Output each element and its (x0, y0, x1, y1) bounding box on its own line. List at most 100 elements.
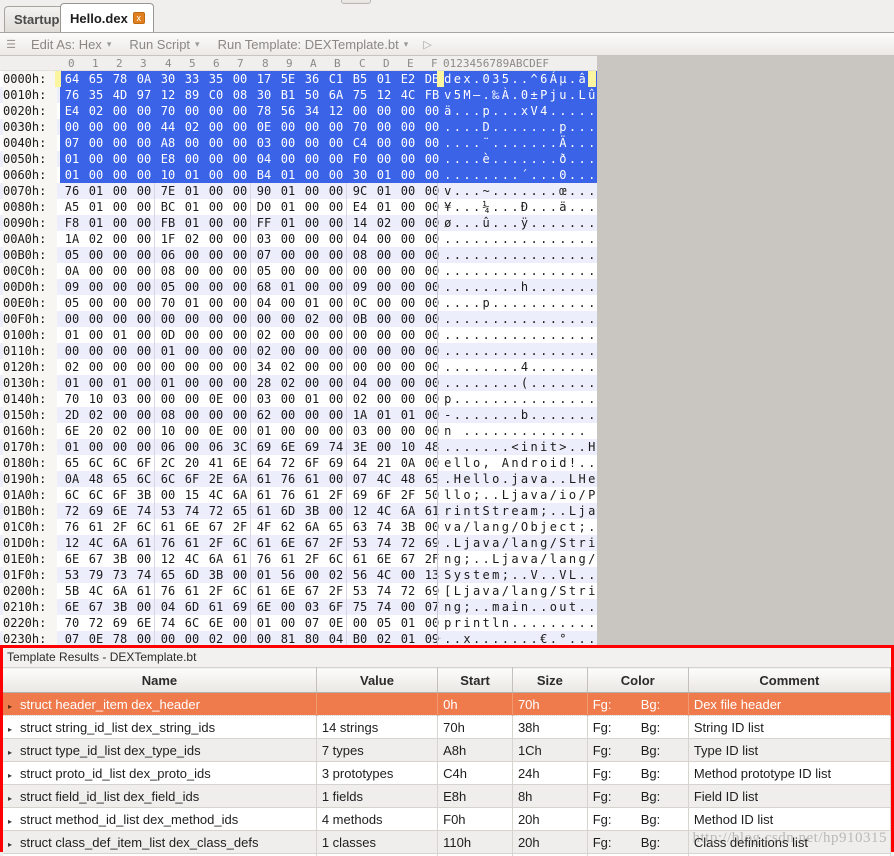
ascii-char[interactable]: i (453, 503, 463, 519)
hex-byte[interactable]: 6C (180, 615, 204, 631)
hex-byte[interactable]: 00 (228, 167, 252, 183)
ascii-char[interactable]: œ (558, 183, 568, 199)
hex-byte[interactable]: 00 (324, 327, 348, 343)
ascii-char[interactable]: . (568, 375, 578, 391)
hex-byte[interactable]: 6A (108, 583, 132, 599)
ascii-char[interactable]: . (520, 183, 530, 199)
ascii-char[interactable]: . (529, 311, 539, 327)
hex-byte[interactable]: 00 (132, 599, 156, 615)
ascii-char[interactable]: a (520, 487, 530, 503)
hex-byte[interactable]: 00 (420, 407, 444, 423)
hex-byte-group[interactable]: 00 00 00 00 01 00 00 00 02 00 00 00 00 00 00 00 (60, 343, 444, 359)
hex-byte[interactable]: 00 (84, 295, 108, 311)
hex-byte[interactable]: 6C (324, 551, 348, 567)
ascii-char[interactable]: j (501, 551, 511, 567)
ascii-char[interactable]: . (529, 631, 539, 645)
ascii-char[interactable]: v (520, 551, 530, 567)
ascii-char[interactable]: . (549, 391, 559, 407)
ascii-char[interactable]: ! (568, 455, 578, 471)
hex-byte[interactable]: 04 (156, 599, 180, 615)
ascii-char[interactable]: . (549, 135, 559, 151)
ascii-char[interactable]: . (568, 199, 578, 215)
hex-byte[interactable]: 07 (60, 631, 84, 645)
ascii-char[interactable]: . (453, 215, 463, 231)
hex-byte[interactable]: 00 (324, 295, 348, 311)
cell-color[interactable]: Fg:Bg: (587, 830, 689, 854)
hex-byte[interactable]: 00 (180, 631, 204, 645)
background-color-swatch[interactable]: Bg: (641, 766, 661, 781)
ascii-char[interactable]: . (520, 631, 530, 645)
hex-row[interactable]: 0020h: E4 02 00 00 70 00 00 00 78 56 34 12 00 00 00 00 ä.… (0, 103, 597, 119)
hex-byte[interactable]: 2F (228, 519, 252, 535)
hex-byte[interactable]: 4C (180, 551, 204, 567)
ascii-char[interactable]: Ð (520, 199, 530, 215)
table-row[interactable]: ▸ struct type_id_list dex_type_ids 7 types… (3, 738, 892, 762)
ascii-char[interactable]: a (520, 471, 530, 487)
background-color-swatch[interactable]: Bg: (641, 697, 661, 712)
hex-byte[interactable]: 00 (132, 103, 156, 119)
background-color-swatch[interactable]: Bg: (641, 720, 661, 735)
ascii-char[interactable]: . (529, 167, 539, 183)
ascii-char[interactable]: . (510, 631, 520, 645)
hex-byte[interactable]: 00 (228, 631, 252, 645)
ascii-char[interactable]: M (462, 87, 472, 103)
hex-byte[interactable]: B5 (348, 71, 372, 87)
ascii-char[interactable]: . (549, 247, 559, 263)
ascii-char[interactable]: . (510, 231, 520, 247)
hex-byte[interactable]: 00 (228, 199, 252, 215)
hex-byte[interactable]: 5E (276, 71, 300, 87)
hex-byte[interactable]: 65 (156, 567, 180, 583)
ascii-char[interactable]: j (549, 87, 559, 103)
hex-byte[interactable]: 06 (156, 247, 180, 263)
hex-byte[interactable]: 00 (420, 279, 444, 295)
ascii-char[interactable]: . (501, 103, 511, 119)
ascii-char[interactable]: ‰ (491, 87, 501, 103)
ascii-char[interactable]: . (472, 119, 482, 135)
ascii-char[interactable]: . (587, 359, 597, 375)
hex-byte[interactable]: 00 (324, 263, 348, 279)
ascii-char[interactable]: . (520, 423, 530, 439)
ascii-char[interactable]: . (472, 343, 482, 359)
ascii-char[interactable]: r (453, 615, 463, 631)
ascii-char[interactable]: . (443, 279, 453, 295)
hex-byte[interactable]: 08 (348, 247, 372, 263)
cell-start[interactable]: 70h (437, 715, 513, 739)
hex-byte[interactable]: 2F (324, 535, 348, 551)
hex-byte[interactable]: 00 (84, 327, 108, 343)
ascii-char[interactable]: . (520, 135, 530, 151)
ascii-char[interactable]: ^ (529, 71, 539, 87)
ascii-char[interactable]: . (491, 135, 501, 151)
ascii-char[interactable]: . (443, 295, 453, 311)
ascii-char[interactable]: . (501, 471, 511, 487)
hex-byte[interactable]: 01 (396, 615, 420, 631)
hex-byte[interactable]: D0 (252, 199, 276, 215)
hex-byte[interactable]: 00 (276, 311, 300, 327)
hex-ascii-group[interactable]: ........ ´... 0... (443, 167, 597, 183)
hex-byte[interactable]: 69 (84, 503, 108, 519)
hex-byte[interactable]: 05 (372, 615, 396, 631)
cell-name[interactable]: ▸ struct method_id_list dex_method_ids (3, 807, 317, 831)
run-template-dropdown[interactable]: Run Template: DEXTemplate.bt ▾ (209, 37, 418, 52)
hex-row[interactable]: 01C0h: 76 61 2F 6C 61 6E 67 2F 4F 62 6A 65 63 74 3B 00 v a… (0, 519, 597, 535)
ascii-char[interactable]: D (481, 119, 491, 135)
hex-byte[interactable]: 00 (324, 503, 348, 519)
hex-byte[interactable]: 00 (300, 359, 324, 375)
hex-byte[interactable]: 01 (300, 295, 324, 311)
ascii-char[interactable]: e (462, 471, 472, 487)
hex-byte[interactable]: 00 (108, 231, 132, 247)
hex-ascii-group[interactable]: .Hello.java..LHe (443, 471, 597, 487)
hex-byte[interactable]: 01 (276, 199, 300, 215)
hex-byte[interactable]: 00 (420, 263, 444, 279)
hex-byte[interactable]: 2D (60, 407, 84, 423)
hex-byte[interactable]: 80 (300, 631, 324, 645)
hex-byte[interactable]: 00 (420, 295, 444, 311)
ascii-char[interactable]: . (453, 375, 463, 391)
ascii-char[interactable]: . (577, 407, 587, 423)
ascii-char[interactable]: . (481, 551, 491, 567)
ascii-char[interactable]: g (501, 519, 511, 535)
ascii-char[interactable]: ¨ (481, 135, 491, 151)
hex-byte[interactable]: 00 (180, 151, 204, 167)
hex-editor-pane[interactable]: 0 1 2 3 4 5 6 7 8 9 A B C D E F 0123456789ABCDEF 0000h: 6… (0, 56, 894, 645)
hex-byte[interactable]: 04 (252, 151, 276, 167)
ascii-char[interactable]: u (558, 87, 568, 103)
